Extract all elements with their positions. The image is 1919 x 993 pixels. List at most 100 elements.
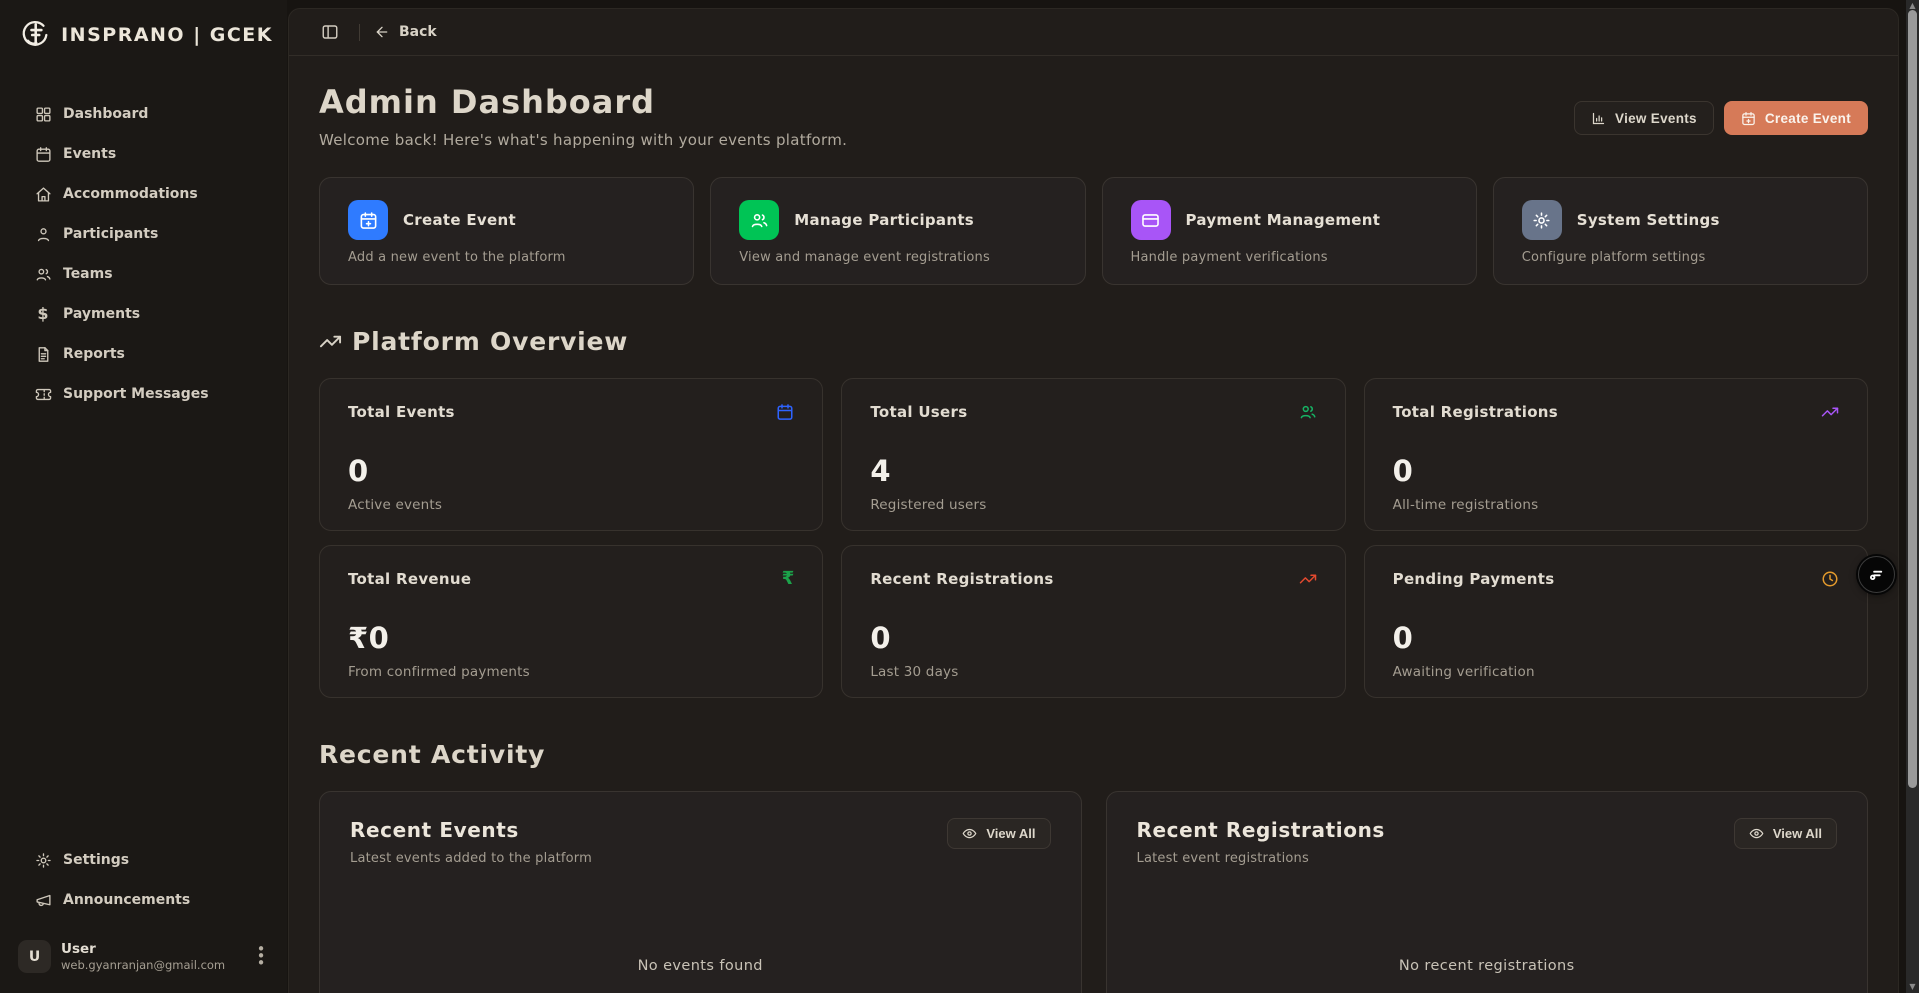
trending-up-icon (319, 330, 342, 353)
scrollbar-down-arrow[interactable]: ▼ (1909, 981, 1915, 993)
page-scrollbar[interactable]: ▲ ▼ (1906, 0, 1919, 993)
avatar: U (18, 940, 51, 973)
stat-sub: Last 30 days (870, 664, 1316, 680)
create-event-label: Create Event (1765, 111, 1851, 126)
sidebar-nav: Dashboard Events Accommodations Particip… (0, 94, 287, 414)
sidebar-toggle-button[interactable] (315, 17, 345, 47)
quick-card-payment-management[interactable]: Payment Management Handle payment verifi… (1102, 177, 1477, 285)
calendar-plus-icon (1741, 111, 1756, 126)
stat-value: 0 (1393, 454, 1839, 488)
stat-card-total-revenue: Total Revenue ₹ ₹0 From confirmed paymen… (319, 545, 823, 698)
view-all-registrations-button[interactable]: View All (1734, 818, 1837, 849)
view-all-events-button[interactable]: View All (947, 818, 1050, 849)
sidebar-item-teams[interactable]: Teams (8, 254, 279, 294)
sidebar-footer: Settings Announcements U User web.gyanra… (0, 840, 287, 979)
stat-sub: From confirmed payments (348, 664, 794, 680)
stat-label: Total Users (870, 403, 967, 421)
quick-card-title: Create Event (403, 211, 516, 229)
sidebar-item-dashboard[interactable]: Dashboard (8, 94, 279, 134)
sidebar-item-label: Events (63, 146, 116, 162)
user-email: web.gyanranjan@gmail.com (61, 958, 225, 972)
stat-label: Total Revenue (348, 570, 471, 588)
create-event-button[interactable]: Create Event (1724, 101, 1868, 135)
sidebar-item-accommodations[interactable]: Accommodations (8, 174, 279, 214)
stat-sub: All-time registrations (1393, 497, 1839, 513)
more-vertical-icon[interactable]: ••• (253, 946, 269, 966)
quick-actions: Create Event Add a new event to the plat… (319, 177, 1868, 285)
users-icon (1299, 403, 1317, 421)
sidebar-item-support-messages[interactable]: Support Messages (8, 374, 279, 414)
recent-registrations-card: Recent Registrations Latest event regist… (1106, 791, 1869, 993)
dollar-icon: $ (34, 305, 52, 323)
sidebar-item-reports[interactable]: Reports (8, 334, 279, 374)
activity-card-title: Recent Events (350, 818, 592, 842)
quick-card-system-settings[interactable]: System Settings Configure platform setti… (1493, 177, 1868, 285)
content: Admin Dashboard Welcome back! Here's wha… (289, 56, 1898, 993)
quick-card-description: Configure platform settings (1522, 250, 1839, 265)
view-all-label: View All (1773, 826, 1822, 841)
house-icon (34, 185, 52, 203)
scrollbar-thumb[interactable] (1908, 10, 1917, 788)
view-events-label: View Events (1615, 111, 1697, 126)
sidebar-item-settings[interactable]: Settings (8, 840, 279, 880)
stat-value: ₹0 (348, 621, 794, 655)
stat-card-pending-payments: Pending Payments 0 Awaiting verification (1364, 545, 1868, 698)
stat-value: 0 (348, 454, 794, 488)
sidebar-item-announcements[interactable]: Announcements (8, 880, 279, 920)
stat-label: Total Events (348, 403, 455, 421)
stat-card-total-registrations: Total Registrations 0 All-time registrat… (1364, 378, 1868, 531)
eye-icon (962, 826, 977, 841)
sidebar-item-label: Participants (63, 226, 158, 242)
view-events-button[interactable]: View Events (1574, 101, 1714, 135)
sidebar: INSPRANO | GCEK Dashboard Events Accommo… (0, 0, 287, 993)
sidebar-item-payments[interactable]: $ Payments (8, 294, 279, 334)
activity-card-header-text: Recent Events Latest events added to the… (350, 818, 592, 866)
clock-icon (1821, 570, 1839, 588)
stat-label: Total Registrations (1393, 403, 1558, 421)
rupee-icon: ₹ (782, 570, 795, 588)
main-panel: Back Admin Dashboard Welcome back! Here'… (288, 8, 1899, 993)
sidebar-item-label: Dashboard (63, 106, 148, 122)
credit-card-icon (1131, 200, 1171, 240)
sidebar-item-events[interactable]: Events (8, 134, 279, 174)
topbar-separator (359, 24, 360, 41)
quick-card-manage-participants[interactable]: Manage Participants View and manage even… (710, 177, 1085, 285)
stats-grid: Total Events 0 Active events Total Users (319, 378, 1868, 698)
stat-value: 4 (870, 454, 1316, 488)
sidebar-item-participants[interactable]: Participants (8, 214, 279, 254)
calendar-icon (34, 145, 52, 163)
back-button[interactable]: Back (374, 24, 437, 40)
page-header: Admin Dashboard Welcome back! Here's wha… (319, 83, 1868, 149)
gear-icon (1522, 200, 1562, 240)
section-title: Platform Overview (352, 327, 628, 356)
trending-up-icon (1299, 570, 1317, 588)
empty-state-registrations: No recent registrations (1137, 958, 1838, 974)
main-area: Back Admin Dashboard Welcome back! Here'… (288, 8, 1899, 993)
gear-icon (34, 851, 52, 869)
file-text-icon (34, 345, 52, 363)
stat-label: Recent Registrations (870, 570, 1053, 588)
stat-card-total-events: Total Events 0 Active events (319, 378, 823, 531)
calendar-plus-icon (348, 200, 388, 240)
stat-sub: Registered users (870, 497, 1316, 513)
sidebar-item-label: Reports (63, 346, 125, 362)
activity-card-subtitle: Latest events added to the platform (350, 851, 592, 866)
ticket-icon (34, 385, 52, 403)
brand: INSPRANO | GCEK (0, 14, 287, 54)
page-title: Admin Dashboard (319, 83, 847, 121)
quick-card-create-event[interactable]: Create Event Add a new event to the plat… (319, 177, 694, 285)
arrow-left-icon (374, 24, 390, 40)
back-label: Back (399, 24, 437, 40)
sidebar-item-label: Support Messages (63, 386, 209, 402)
sidebar-item-label: Teams (63, 266, 113, 282)
dashboard-grid-icon (34, 105, 52, 123)
quick-card-description: Add a new event to the platform (348, 250, 665, 265)
feedback-widget-button[interactable] (1858, 556, 1895, 593)
user-menu[interactable]: U User web.gyanranjan@gmail.com ••• (10, 934, 277, 979)
brand-name: INSPRANO | GCEK (61, 24, 273, 46)
stat-value: 0 (1393, 621, 1839, 655)
user-meta: User web.gyanranjan@gmail.com (61, 941, 225, 972)
stat-card-total-users: Total Users 4 Registered users (841, 378, 1345, 531)
activity-card-subtitle: Latest event registrations (1137, 851, 1385, 866)
activity-card-header-text: Recent Registrations Latest event regist… (1137, 818, 1385, 866)
